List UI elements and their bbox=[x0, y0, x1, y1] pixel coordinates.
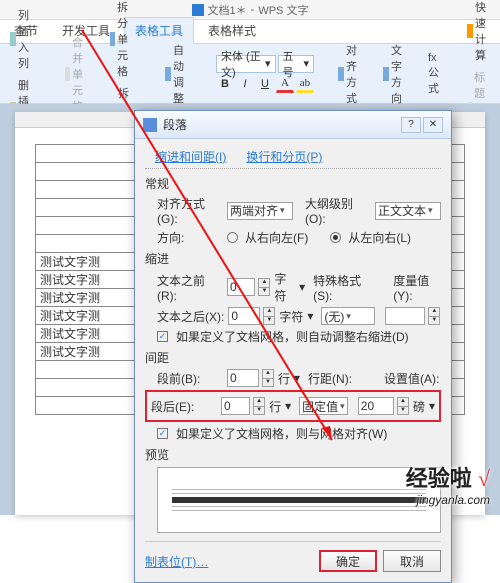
dialog-title: 段落 bbox=[163, 116, 187, 133]
line-spacing-label: 行距(N): bbox=[308, 370, 352, 387]
ok-button[interactable]: 确定 bbox=[319, 550, 377, 572]
tab-line-page-breaks[interactable]: 换行和分页(P) bbox=[236, 145, 332, 168]
special-label: 特殊格式(S): bbox=[313, 272, 371, 303]
align-label: 对齐方式(G): bbox=[157, 195, 223, 226]
paragraph-dialog: 段落 ? ✕ 缩进和间距(I) 换行和分页(P) 常规 对齐方式(G): 两端对… bbox=[134, 110, 452, 583]
set-value-spinner[interactable]: ▲▼ bbox=[397, 397, 409, 415]
measure-label: 度量值(Y): bbox=[393, 272, 441, 303]
font-name-select[interactable]: 宋体 (正文) ▾ bbox=[216, 55, 276, 73]
highlight-button[interactable]: ab bbox=[296, 75, 314, 93]
dialog-close-button[interactable]: ✕ bbox=[423, 117, 443, 133]
line-spacing-select[interactable]: 固定值 bbox=[299, 397, 348, 415]
outline-label: 大纲级别(O): bbox=[305, 195, 371, 226]
after-para-input[interactable]: 0 bbox=[221, 397, 250, 415]
section-general: 常规 bbox=[145, 175, 441, 192]
before-para-input[interactable]: 0 bbox=[227, 369, 259, 387]
align-button[interactable]: 对齐方式 bbox=[334, 40, 369, 108]
measure-spinner[interactable]: ▲▼ bbox=[428, 307, 440, 325]
before-text-spinner[interactable]: ▲▼ bbox=[258, 278, 270, 296]
dialog-help-button[interactable]: ? bbox=[401, 117, 421, 133]
before-text-label: 文本之前(R): bbox=[157, 272, 223, 303]
after-text-label: 文本之后(X): bbox=[157, 308, 224, 325]
outline-select[interactable]: 正文文本 bbox=[375, 202, 441, 220]
grid-indent-label: 如果定义了文档网格，则自动调整右缩进(D) bbox=[176, 328, 409, 345]
text-direction-button[interactable]: 文字方向 bbox=[379, 40, 414, 108]
insert-column-button[interactable]: 列插入列 bbox=[6, 5, 41, 73]
grid-spacing-label: 如果定义了文档网格，则与网格对齐(W) bbox=[176, 425, 387, 442]
tabstops-link[interactable]: 制表位(T)… bbox=[145, 553, 208, 570]
tab-indent-spacing[interactable]: 缩进和间距(I) bbox=[145, 145, 236, 168]
italic-button[interactable]: I bbox=[236, 75, 254, 93]
doc-title: 文档1＊ bbox=[208, 2, 247, 18]
underline-button[interactable]: U bbox=[256, 75, 274, 93]
set-value-input[interactable]: 20 bbox=[358, 397, 394, 415]
merge-cells-button: 合并单元格 bbox=[61, 32, 96, 116]
quick-calc-button[interactable]: 快速计算 bbox=[463, 0, 498, 65]
formula-button[interactable]: fx 公式 bbox=[424, 50, 443, 98]
section-spacing: 间距 bbox=[145, 349, 441, 366]
after-para-label: 段后(E): bbox=[151, 398, 217, 415]
cancel-button[interactable]: 取消 bbox=[383, 550, 441, 572]
measure-input[interactable] bbox=[385, 307, 425, 325]
preview-box bbox=[157, 467, 441, 533]
highlight-spacing-row: 段后(E): 0 ▲▼ 行▾ 固定值 20 ▲▼ 磅▾ bbox=[145, 390, 441, 422]
before-para-label: 段前(B): bbox=[157, 370, 223, 387]
section-indent: 缩进 bbox=[145, 250, 441, 267]
title-bar: 文档1＊ - WPS 文字 bbox=[0, 0, 500, 20]
special-select[interactable]: (无) bbox=[321, 307, 375, 325]
autofit-button[interactable]: 自动调整 bbox=[161, 40, 196, 108]
set-value-label: 设置值(A): bbox=[384, 370, 439, 387]
app-doc-icon bbox=[192, 4, 204, 16]
align-select[interactable]: 两端对齐 bbox=[227, 202, 293, 220]
direction-label: 方向: bbox=[157, 229, 223, 246]
after-text-input[interactable]: 0 bbox=[228, 307, 260, 325]
ribbon: 列插入列 删插入行 合并单元格 拆分单元格 拆分表格 自动调整 宋体 (正文) … bbox=[0, 44, 500, 104]
font-color-button[interactable]: A bbox=[276, 75, 294, 93]
before-para-spinner[interactable]: ▲▼ bbox=[262, 369, 274, 387]
after-text-spinner[interactable]: ▲▼ bbox=[263, 307, 275, 325]
bold-button[interactable]: B bbox=[216, 75, 234, 93]
app-name: WPS 文字 bbox=[258, 2, 308, 18]
direction-rtl-radio[interactable] bbox=[227, 232, 238, 243]
dialog-tabs: 缩进和间距(I) 换行和分页(P) bbox=[145, 145, 441, 169]
grid-indent-checkbox[interactable] bbox=[157, 331, 168, 342]
direction-ltr-radio[interactable] bbox=[330, 232, 341, 243]
font-size-select[interactable]: 五号 ▾ bbox=[278, 55, 314, 73]
after-para-spinner[interactable]: ▲▼ bbox=[253, 397, 265, 415]
split-cells-button[interactable]: 拆分单元格 bbox=[106, 0, 141, 81]
before-text-input[interactable]: 0 bbox=[227, 278, 255, 296]
grid-spacing-checkbox[interactable] bbox=[157, 428, 168, 439]
tab-table-style[interactable]: 表格样式 bbox=[198, 18, 266, 43]
section-preview: 预览 bbox=[145, 446, 441, 463]
dialog-titlebar[interactable]: 段落 ? ✕ bbox=[135, 111, 451, 139]
dialog-icon bbox=[143, 118, 157, 132]
